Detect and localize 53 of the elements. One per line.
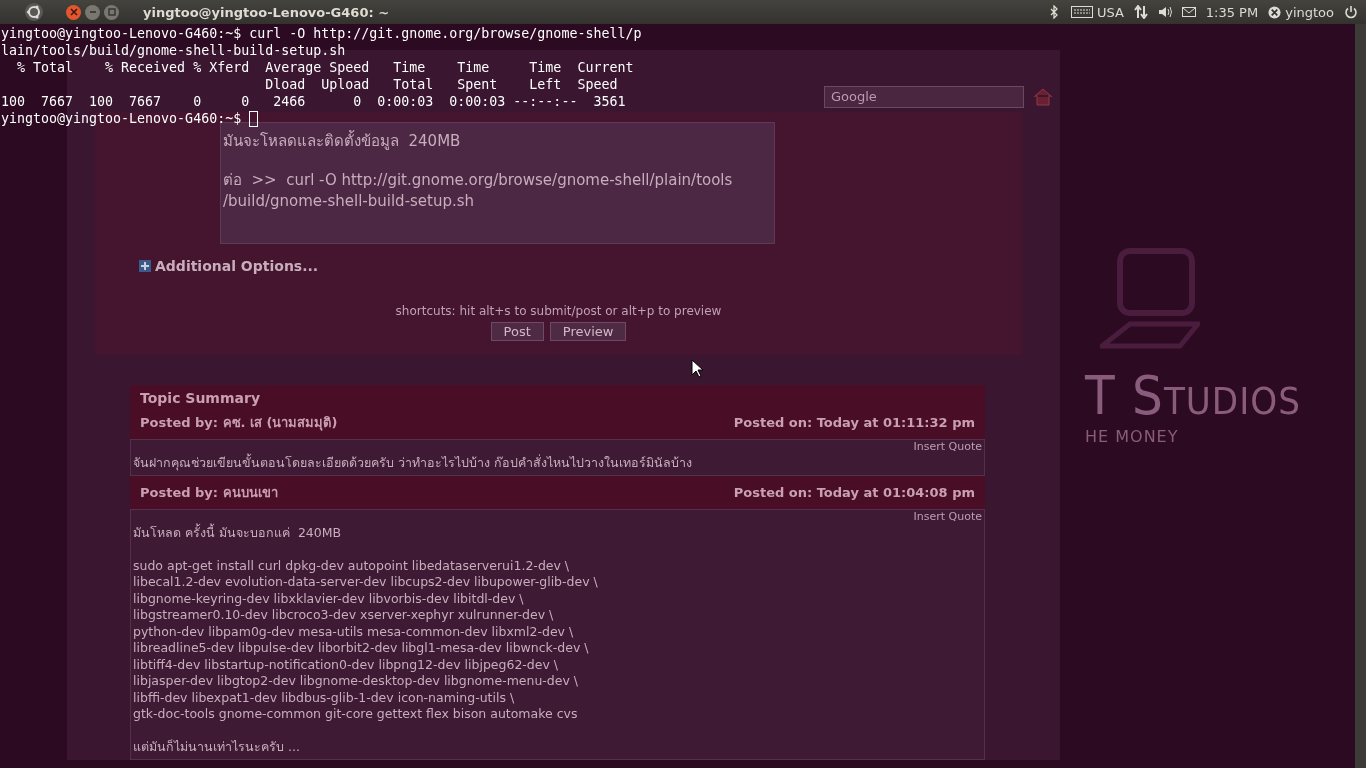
post-text: จันฝากคุณช่วยเขียนขั้นตอนโดยละเอียดด้วยครับ ว่าทำอะไรไปบ้าง ก๊อปคำสั่งไหนไปวางในเทอร์มินัลบ้าง [133, 454, 692, 471]
terminal-line: 100 7667 100 7667 0 0 2466 0 0:00:03 0:00:03 --:--:-- 3561 [1, 93, 626, 110]
topic-summary-title: Topic Summary [140, 389, 260, 406]
post-text: libgnome-keyring-dev libxklavier-dev libvorbis-dev libitdl-dev \ [133, 590, 524, 607]
insert-quote-link[interactable]: Insert Quote [913, 439, 982, 453]
terminal-line: % Total % Received % Xferd Average Speed Time Time Time Current [16, 59, 634, 76]
close-icon [69, 8, 78, 16]
additional-options-link[interactable]: Additional Options... [139, 257, 319, 274]
terminal-line: yingtoo@yingtoo-Lenovo-G460:~$ curl -O http://git.gnome.org/browse/gnome-shell/p [1, 25, 642, 42]
wallpaper-tagline: HE MONEY [1085, 427, 1180, 446]
close-button[interactable] [66, 4, 81, 20]
maximize-button[interactable] [104, 4, 119, 20]
user-menu[interactable]: yingtoo [1268, 4, 1334, 20]
network-arrows-icon [1133, 5, 1148, 19]
form-button[interactable]: Post [490, 321, 544, 341]
power-icon [1344, 5, 1358, 19]
post-text: libecal1.2-dev evolution-data-server-dev libcups2-dev libupower-glib-dev \ [133, 574, 598, 591]
post-text: python-dev libpam0g-dev mesa-utils mesa-common-dev libxml2-dev \ [133, 623, 574, 640]
plus-icon [139, 259, 151, 272]
keyboard-icon [1070, 6, 1093, 18]
scrollbar[interactable] [1355, 24, 1366, 768]
terminal-line: lain/tools/build/gnome-shell-build-setup.sh [1, 42, 346, 59]
post-date: Posted on: Today at 01:04:08 pm [733, 485, 975, 500]
logo-icon[interactable] [24, 2, 44, 22]
maximize-icon [107, 8, 116, 16]
post-text: gtk-doc-tools gnome-common git-core gettext flex bison automake cvs [133, 706, 578, 723]
window-title: yingtoo@yingtoo-Lenovo-G460: ~ [143, 4, 391, 20]
form-button[interactable]: Preview [549, 321, 627, 341]
post-date: Posted on: Today at 01:11:32 pm [733, 414, 975, 430]
post-author: Posted by: คนบนเขา [140, 484, 278, 502]
post-text: มันโหลด ครั้งนี้ มันจะบอกแค่ 240MB [133, 525, 342, 542]
user-status-icon [1268, 5, 1282, 19]
text-cursor [249, 110, 259, 127]
mail-icon [1181, 5, 1196, 19]
minimize-icon [88, 8, 97, 16]
wallpaper-brand: T Studios [1085, 364, 1301, 427]
post-text: libffi-dev libexpat1-dev libdbus-glib-1-dev icon-naming-utils \ [133, 689, 515, 706]
post-text: แต่มันก็ไม่นานเท่าไรนะครับ ... [133, 738, 300, 755]
clock[interactable]: 1:35 PM [1205, 4, 1259, 20]
volume-icon [1157, 5, 1172, 19]
post-text: libjasper-dev libgtop2-dev libgnome-desktop-dev libgnome-menu-dev \ [133, 673, 579, 690]
insert-quote-link[interactable]: Insert Quote [913, 510, 982, 523]
post-text: libgstreamer0.10-dev libcroco3-dev xserver-xephyr xulrunner-dev \ [133, 607, 554, 624]
terminal-line: Dload Upload Total Spent Left Speed [264, 76, 618, 93]
keyboard-indicator[interactable]: USA [1070, 4, 1124, 20]
post-text: libtiff4-dev libstartup-notification0-dev libpng12-dev libjpeg62-dev \ [133, 656, 559, 673]
post-text: sudo apt-get install curl dpkg-dev autopoint libedataserverui1.2-dev \ [133, 557, 570, 574]
mouse-pointer-icon [691, 359, 703, 378]
search-field[interactable]: Google [824, 85, 1024, 108]
post-text: libreadline5-dev libpulse-dev liborbit2-dev libgl1-mesa-dev libwnck-dev \ [133, 640, 589, 657]
post-author: Posted by: คซ. เส (นามสมมุติ) [140, 413, 338, 433]
shortcuts-hint: shortcuts: hit alt+s to submit/post or alt+p to preview [395, 303, 722, 318]
minimize-button[interactable] [85, 4, 100, 20]
